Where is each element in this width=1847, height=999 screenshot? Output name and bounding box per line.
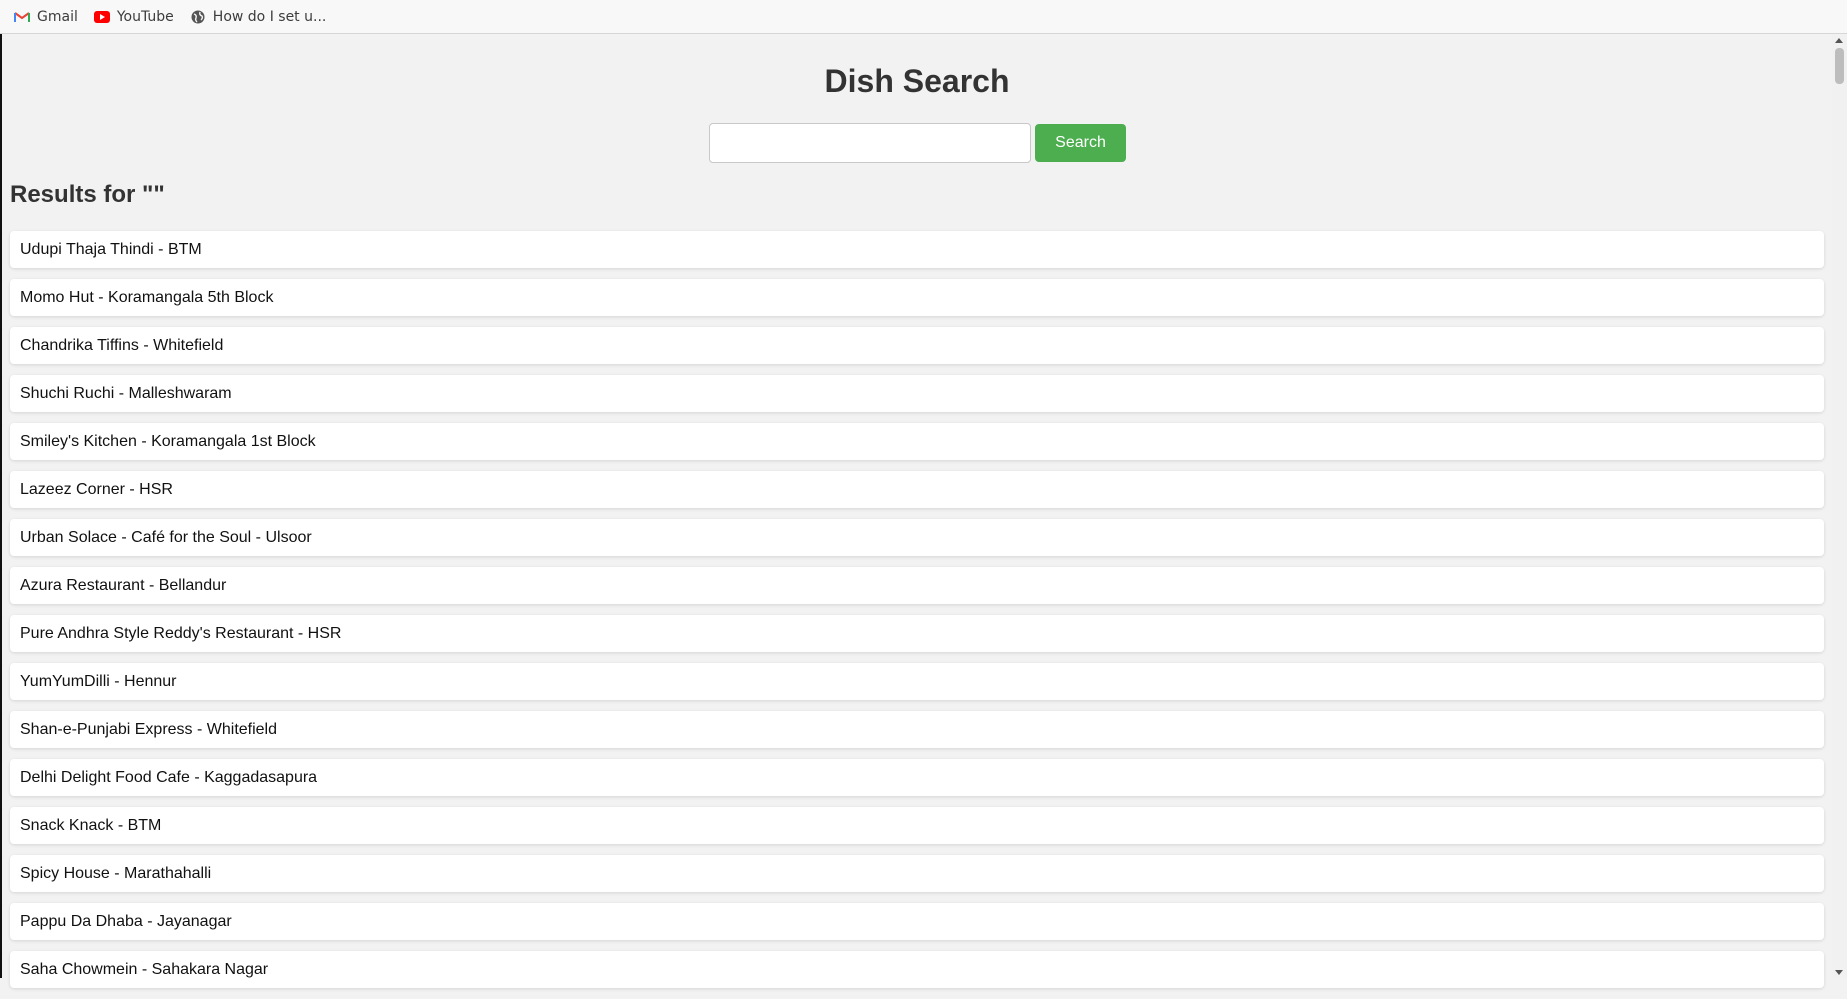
search-input[interactable] [709,123,1031,163]
result-item[interactable]: Shuchi Ruchi - Malleshwaram [10,375,1824,412]
bookmark-youtube[interactable]: YouTube [93,8,174,25]
result-item[interactable]: Snack Knack - BTM [10,807,1824,844]
result-item[interactable]: Saha Chowmein - Sahakara Nagar [10,951,1824,988]
result-item[interactable]: Momo Hut - Koramangala 5th Block [10,279,1824,316]
result-item[interactable]: Pure Andhra Style Reddy's Restaurant - H… [10,615,1824,652]
result-item[interactable]: Pappu Da Dhaba - Jayanagar [10,903,1824,940]
result-item[interactable]: Shan-e-Punjabi Express - Whitefield [10,711,1824,748]
search-bar: Search [709,123,1126,163]
scrollbar-thumb[interactable] [1835,48,1844,84]
gmail-icon [14,9,30,25]
scroll-up-arrow-icon[interactable] [1835,38,1843,43]
result-item[interactable]: Chandrika Tiffins - Whitefield [10,327,1824,364]
search-button[interactable]: Search [1035,124,1126,162]
bookmark-how-do-i-set-up[interactable]: How do I set u... [190,8,327,25]
page-title: Dish Search [824,63,1010,99]
results-list: Udupi Thaja Thindi - BTM Momo Hut - Koram… [10,231,1824,999]
result-item[interactable]: Spicy House - Marathahalli [10,855,1824,892]
result-item[interactable]: Smiley's Kitchen - Koramangala 1st Block [10,423,1824,460]
bookmark-gmail[interactable]: Gmail [14,9,78,25]
bookmark-label: Gmail [37,8,78,25]
youtube-icon [93,9,110,25]
result-item[interactable]: Azura Restaurant - Bellandur [10,567,1824,604]
bookmark-label: How do I set u... [212,8,327,25]
globe-icon [190,9,206,25]
bookmark-label: YouTube [116,8,174,25]
results-heading: Results for "" [10,181,165,208]
result-item[interactable]: Lazeez Corner - HSR [10,471,1824,508]
result-item[interactable]: YumYumDilli - Hennur [10,663,1824,700]
result-item[interactable]: Udupi Thaja Thindi - BTM [10,231,1824,268]
page-content: Dish Search Search Results for "" Udupi … [2,35,1826,988]
bookmarks-bar: Gmail YouTube How do I set u... [0,0,1847,34]
vertical-scrollbar[interactable] [1832,35,1847,978]
result-item[interactable]: Urban Solace - Café for the Soul - Ulsoo… [10,519,1824,556]
scroll-down-arrow-icon[interactable] [1835,970,1843,975]
result-item[interactable]: Delhi Delight Food Cafe - Kaggadasapura [10,759,1824,796]
